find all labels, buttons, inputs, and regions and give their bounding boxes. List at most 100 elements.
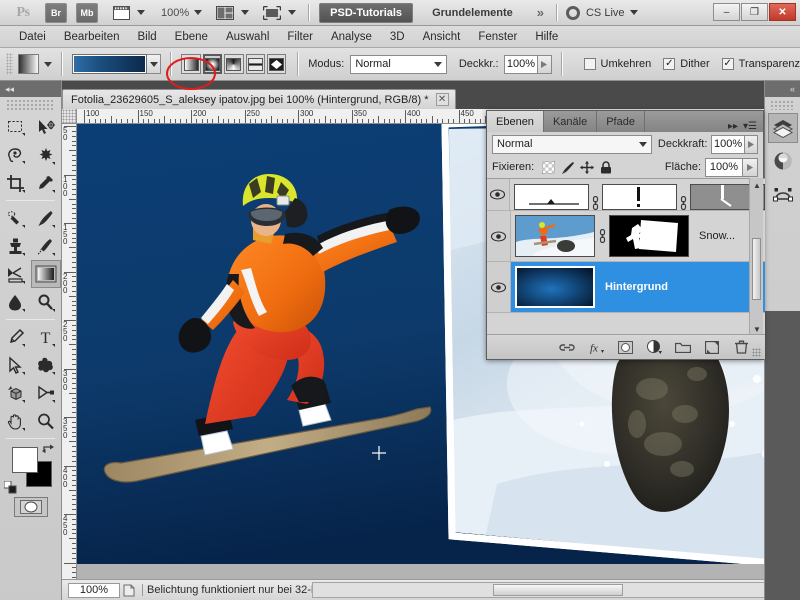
path-selection-tool[interactable] — [0, 351, 31, 379]
new-group-icon[interactable] — [675, 339, 691, 355]
workspace-psd-tutorials[interactable]: PSD-Tutorials — [319, 2, 414, 23]
layer-mask-link-icon[interactable] — [589, 196, 602, 210]
lasso-tool[interactable] — [0, 141, 31, 169]
layers-panel-icon[interactable] — [767, 113, 798, 143]
menu-auswahl[interactable]: Auswahl — [217, 29, 278, 45]
quick-selection-tool[interactable] — [31, 141, 62, 169]
fill-input[interactable]: 100% — [705, 157, 743, 177]
checkbox-dither[interactable]: ✓ Dither — [663, 58, 710, 70]
layer-thumbnail[interactable] — [513, 184, 589, 210]
lock-position-icon[interactable] — [578, 159, 595, 175]
cs-live-button[interactable]: CS Live — [565, 5, 638, 20]
gradient-picker-chevron-down-icon[interactable] — [146, 54, 162, 74]
arrange-documents-icon[interactable] — [214, 3, 236, 23]
menu-filter[interactable]: Filter — [278, 29, 322, 45]
menu-ansicht[interactable]: Ansicht — [414, 29, 470, 45]
layer-thumbnail[interactable] — [515, 215, 595, 257]
crop-tool[interactable] — [0, 169, 31, 197]
layer-visibility-toggle[interactable] — [487, 179, 510, 210]
opacity-slider-button[interactable] — [538, 54, 552, 74]
layer-mask-thumbnail[interactable] — [601, 184, 677, 210]
scroll-down-icon[interactable]: ▼ — [752, 324, 762, 334]
tab-kanaele[interactable]: Kanäle — [544, 111, 598, 132]
link-layers-icon[interactable] — [559, 339, 575, 355]
cs-live-chevron-down-icon[interactable] — [629, 10, 638, 15]
gradient-type-radial-button[interactable] — [202, 54, 223, 74]
default-colors-icon[interactable] — [3, 480, 17, 494]
lock-transparent-pixels-icon[interactable] — [540, 159, 557, 175]
view-extras-icon[interactable] — [110, 3, 132, 23]
tool-preset-chevron-down-icon[interactable] — [43, 61, 52, 67]
eyedropper-tool[interactable] — [31, 169, 62, 197]
clone-stamp-tool[interactable] — [0, 232, 31, 260]
menu-analyse[interactable]: Analyse — [322, 29, 381, 45]
tab-ebenen[interactable]: Ebenen — [487, 111, 544, 132]
dock-collapse-button[interactable]: « — [765, 81, 800, 97]
rectangular-marquee-tool[interactable] — [0, 113, 31, 141]
new-fill-adjustment-icon[interactable] — [646, 339, 662, 355]
tab-pfade[interactable]: Pfade — [597, 111, 645, 132]
spot-healing-brush-tool[interactable] — [0, 204, 31, 232]
opacity-input[interactable]: 100% — [503, 54, 539, 74]
paths-panel-icon[interactable] — [768, 179, 798, 209]
toolbox-grip[interactable] — [6, 99, 55, 110]
view-extras-chevron-down-icon[interactable] — [137, 10, 145, 15]
table-row[interactable] — [487, 179, 765, 211]
gradient-tool[interactable] — [30, 260, 61, 288]
options-bar-grip[interactable] — [6, 53, 13, 75]
new-layer-icon[interactable] — [704, 339, 720, 355]
layer-visibility-toggle[interactable] — [487, 262, 511, 312]
horizontal-scrollbar-thumb[interactable] — [493, 584, 623, 596]
menu-fenster[interactable]: Fenster — [469, 29, 526, 45]
menu-hilfe[interactable]: Hilfe — [526, 29, 567, 45]
dock-grip[interactable] — [770, 100, 795, 110]
eraser-tool[interactable] — [0, 260, 31, 288]
add-layer-style-icon[interactable]: fx — [588, 339, 604, 355]
layer-name[interactable]: Hintergrund — [605, 281, 668, 293]
screen-mode-icon[interactable] — [261, 3, 283, 23]
gradient-preview-swatch[interactable] — [71, 54, 147, 74]
layer-mask-thumbnail[interactable] — [609, 215, 689, 257]
gradient-type-reflected-button[interactable] — [245, 54, 265, 74]
gradient-type-angle-button[interactable] — [224, 54, 244, 74]
layers-scrollbar-thumb[interactable] — [752, 238, 761, 300]
lock-all-icon[interactable] — [597, 159, 614, 175]
launch-mini-bridge-button[interactable]: Mb — [76, 2, 98, 23]
move-tool[interactable] — [31, 113, 62, 141]
fill-slider-button[interactable] — [743, 157, 758, 177]
app-zoom-value[interactable]: 100% — [161, 7, 189, 19]
swap-colors-icon[interactable] — [42, 443, 55, 458]
blend-mode-dropdown[interactable]: Normal — [350, 54, 447, 74]
layer-mask-link-icon[interactable] — [595, 229, 609, 243]
3d-rotate-tool[interactable] — [0, 379, 31, 407]
checkbox-umkehren[interactable]: Umkehren — [583, 58, 651, 70]
launch-bridge-button[interactable]: Br — [45, 2, 67, 23]
color-panel-icon[interactable] — [768, 146, 798, 176]
panel-menu-icon[interactable]: ▾☰ — [743, 121, 757, 132]
tool-preset-picker[interactable] — [17, 54, 39, 74]
layer-thumbnail[interactable] — [515, 266, 595, 308]
hand-tool[interactable] — [0, 407, 31, 435]
panel-resize-grip[interactable] — [752, 348, 761, 357]
menu-bearbeiten[interactable]: Bearbeiten — [55, 29, 129, 45]
menu-ebene[interactable]: Ebene — [166, 29, 217, 45]
custom-shape-tool[interactable] — [31, 351, 62, 379]
layer-opacity-input[interactable]: 100% — [711, 134, 745, 154]
workspace-grundelemente[interactable]: Grundelemente — [422, 3, 523, 23]
document-tab[interactable]: Fotolia_23629605_S_aleksey ipatov.jpg be… — [62, 89, 456, 109]
table-row[interactable]: Snow... — [487, 211, 765, 262]
brush-tool[interactable] — [31, 204, 62, 232]
lock-image-pixels-icon[interactable] — [559, 159, 576, 175]
layers-list[interactable]: Snow... Hintergrund — [487, 178, 765, 336]
ruler-origin-corner[interactable] — [62, 109, 77, 124]
menu-datei[interactable]: Datei — [10, 29, 55, 45]
layer-opacity-slider-button[interactable] — [744, 134, 758, 154]
panel-collapse-icon[interactable]: ▸▸ — [728, 121, 738, 132]
close-button[interactable]: ✕ — [769, 3, 796, 21]
screen-mode-chevron-down-icon[interactable] — [288, 10, 297, 15]
horizontal-scrollbar[interactable] — [312, 582, 798, 598]
layers-scrollbar[interactable]: ▲ ▼ — [749, 178, 763, 336]
menu-3d[interactable]: 3D — [381, 29, 414, 45]
scroll-up-icon[interactable]: ▲ — [752, 180, 762, 190]
toolbox-collapse-button[interactable]: ◂◂ — [0, 81, 61, 97]
